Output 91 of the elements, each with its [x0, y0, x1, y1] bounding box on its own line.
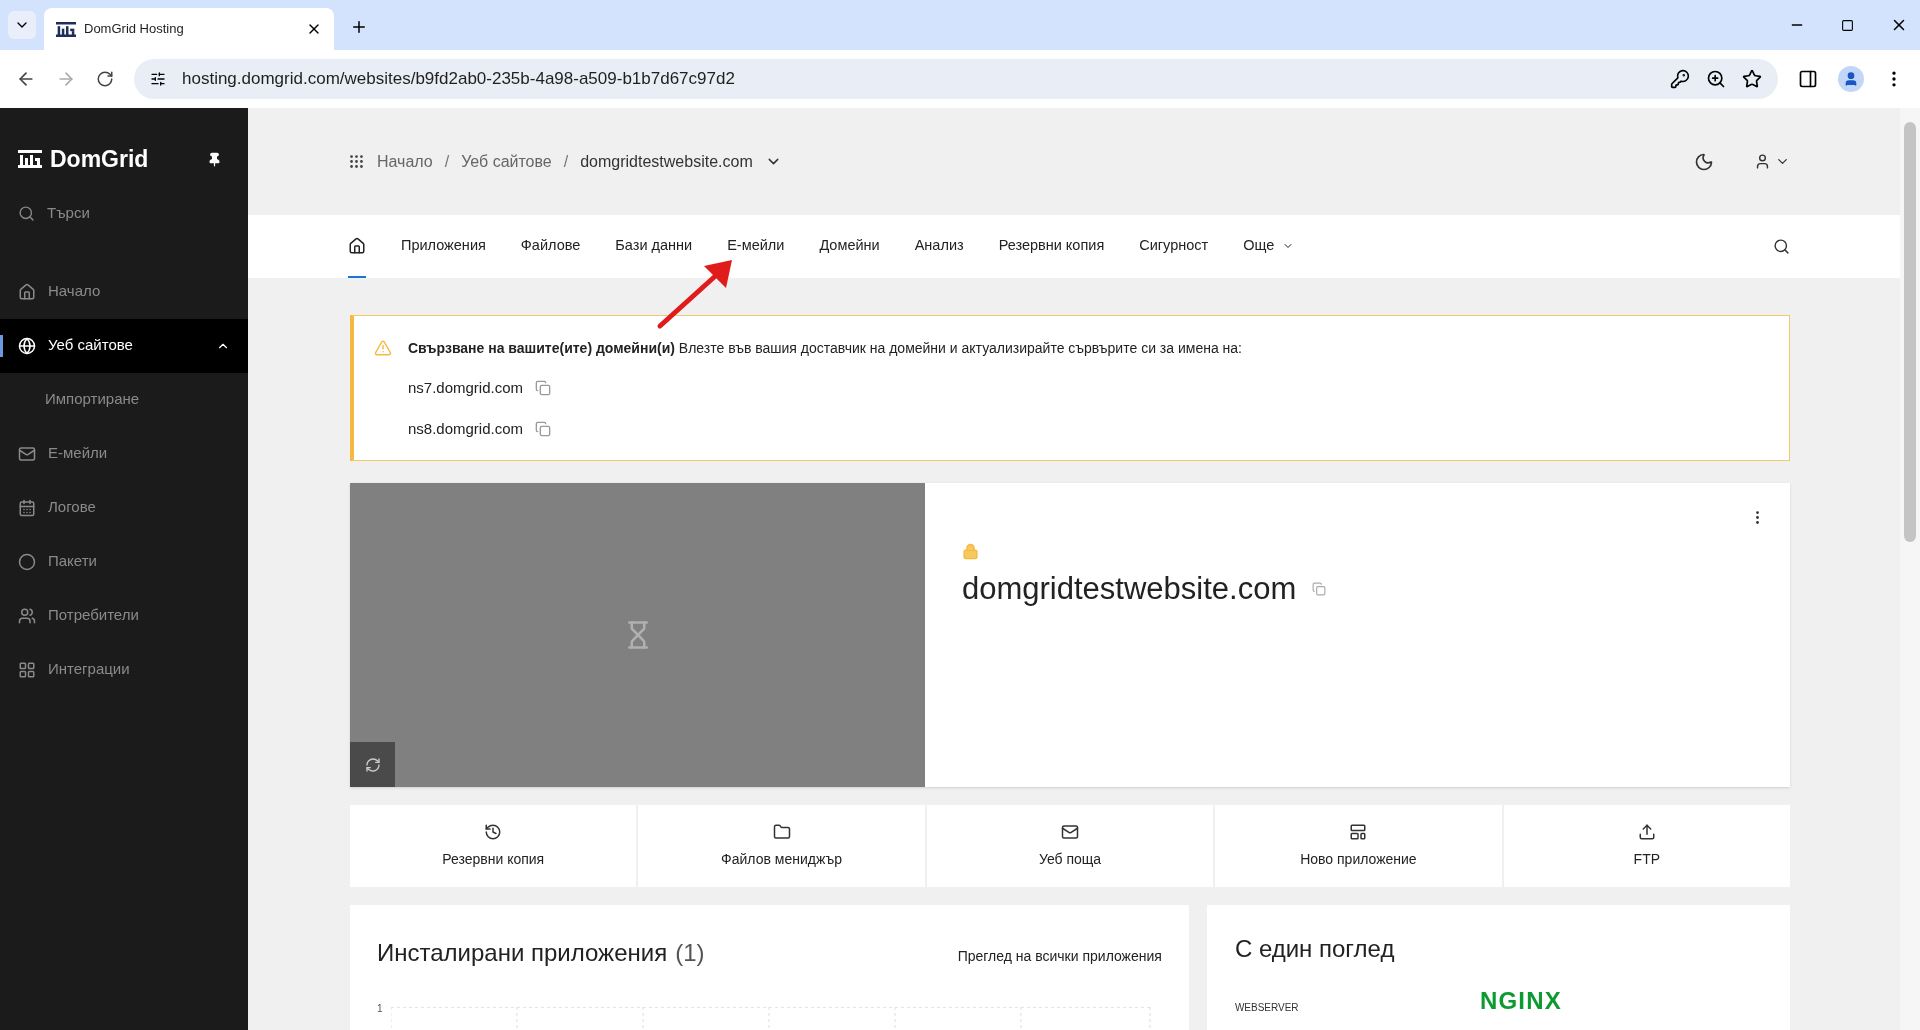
- refresh-icon: [364, 756, 381, 773]
- address-bar[interactable]: hosting.domgrid.com/websites/b9fd2ab0-235b-4a98-a509-b1b7d67c97d2: [134, 59, 1778, 99]
- breadcrumb-link[interactable]: Начало: [377, 149, 433, 174]
- sidebar-item-label: Пакети: [48, 551, 98, 572]
- account-menu[interactable]: [1754, 153, 1790, 170]
- sidebar-item-label: Уеб сайтове: [48, 335, 134, 356]
- search-icon: [18, 205, 35, 222]
- globe-icon: [18, 336, 36, 355]
- view-all-link[interactable]: Преглед на всички приложения: [957, 946, 1162, 967]
- nav-tab[interactable]: Домейни: [819, 215, 880, 278]
- breadcrumb-link[interactable]: Уеб сайтове: [461, 149, 552, 174]
- logo-icon: [18, 150, 42, 169]
- grid-icon: [18, 660, 36, 679]
- home-icon: [18, 282, 36, 301]
- alert-message: Свързване на вашите(ите) домейни(и) Влезте във вашия доставчик на домейни и актуализирайте сървърите си за имена на:: [408, 339, 1242, 358]
- warning-icon: [374, 339, 392, 357]
- app-count: (1): [675, 938, 705, 968]
- nav-tab[interactable]: Анализ: [914, 215, 964, 278]
- sidebar-item-label: Интеграции: [48, 659, 131, 680]
- search-placeholder: Търси: [47, 203, 90, 224]
- new-tab-icon[interactable]: [350, 18, 368, 36]
- nav-tab[interactable]: Приложения: [401, 215, 486, 278]
- nav-tab[interactable]: Файлове: [520, 215, 581, 278]
- sidebar-item[interactable]: Пакети: [0, 534, 248, 589]
- search-icon[interactable]: [1773, 238, 1790, 255]
- home-icon: [348, 236, 366, 255]
- breadcrumb-separator: /: [563, 151, 569, 172]
- webserver-logo: NGINX: [1479, 989, 1562, 1013]
- layout-icon: [1349, 822, 1368, 841]
- quick-action-button[interactable]: Резервни копия: [350, 805, 637, 887]
- pin-icon[interactable]: [207, 151, 222, 167]
- logo-icon: [56, 21, 76, 37]
- sidebar-subitem[interactable]: Импортиране: [0, 372, 248, 427]
- copy-icon[interactable]: [535, 380, 552, 397]
- search-field[interactable]: Търси: [0, 198, 248, 229]
- sidebar-item-label: Логове: [48, 497, 97, 518]
- browser-tab[interactable]: DomGrid Hosting: [44, 8, 334, 50]
- quick-action-button[interactable]: Ново приложение: [1215, 805, 1502, 887]
- apps-grid-icon[interactable]: [348, 153, 365, 170]
- refresh-button[interactable]: [350, 742, 395, 787]
- restore-icon[interactable]: [1841, 18, 1854, 32]
- circle-icon: [18, 552, 36, 571]
- history-icon: [484, 822, 503, 841]
- reload-icon[interactable]: [96, 70, 114, 88]
- nav-tab[interactable]: Още: [1243, 215, 1295, 278]
- sidebar-item[interactable]: Интеграции: [0, 642, 248, 697]
- nav-tab[interactable]: Е-мейли: [727, 215, 785, 278]
- profile-avatar[interactable]: [1838, 66, 1864, 92]
- card-title: С един поглед: [1234, 934, 1396, 964]
- breadcrumb-separator: /: [444, 151, 450, 172]
- folder-icon: [772, 822, 791, 841]
- nameserver-text: ns8.domgrid.com: [408, 418, 524, 439]
- users-icon: [18, 606, 36, 625]
- sidebar-item-label: Е-мейли: [48, 443, 109, 464]
- star-icon[interactable]: [1742, 69, 1762, 89]
- sidebar-item-label: Начало: [48, 281, 102, 302]
- breadcrumb-link[interactable]: domgridtestwebsite.com: [580, 149, 753, 174]
- nav-tab[interactable]: Сигурност: [1139, 215, 1209, 278]
- zoom-icon[interactable]: [1706, 69, 1726, 89]
- tab-title: DomGrid Hosting: [84, 20, 185, 39]
- side-panel-icon[interactable]: [1798, 69, 1818, 89]
- quick-action-button[interactable]: Уеб поща: [926, 805, 1214, 887]
- sidebar-item[interactable]: Потребители: [0, 588, 248, 643]
- sidebar-item-label: Потребители: [48, 605, 140, 626]
- sidebar-item[interactable]: Е-мейли: [0, 426, 248, 481]
- quick-action-button[interactable]: FTP: [1503, 805, 1791, 887]
- nameserver-text: ns7.domgrid.com: [408, 378, 524, 398]
- scrollbar[interactable]: [1900, 108, 1920, 1030]
- calendar-icon: [18, 498, 36, 517]
- sidebar-item[interactable]: Начало: [0, 264, 248, 319]
- person-icon: [1754, 153, 1771, 170]
- axis-tick-label: 1: [377, 1002, 383, 1016]
- brand-name: DomGrid: [50, 145, 150, 174]
- copy-icon[interactable]: [535, 420, 552, 437]
- row-label: WEBSERVER: [1234, 1003, 1300, 1013]
- envelope-icon: [18, 444, 36, 463]
- key-icon[interactable]: [1670, 69, 1690, 89]
- site-settings-icon[interactable]: [150, 71, 166, 87]
- nav-tab[interactable]: Резервни копия: [998, 215, 1105, 278]
- nav-tab[interactable]: Бази данни: [615, 215, 693, 278]
- upload-icon: [1637, 822, 1656, 841]
- dark-mode-icon[interactable]: [1694, 151, 1714, 172]
- site-domain: domgridtestwebsite.com: [962, 570, 1297, 608]
- person-icon: [1843, 71, 1859, 87]
- tab-list-button[interactable]: [8, 11, 36, 39]
- quick-action-button[interactable]: Файлов мениджър: [638, 805, 925, 887]
- url-text: hosting.domgrid.com/websites/b9fd2ab0-235b-4a98-a509-b1b7d67c97d2: [182, 68, 736, 91]
- sidebar-item[interactable]: Логове: [0, 480, 248, 535]
- envelope-icon: [1061, 822, 1079, 841]
- card-title: Инсталирани приложения: [377, 938, 668, 968]
- sidebar-item[interactable]: Уеб сайтове: [0, 318, 248, 373]
